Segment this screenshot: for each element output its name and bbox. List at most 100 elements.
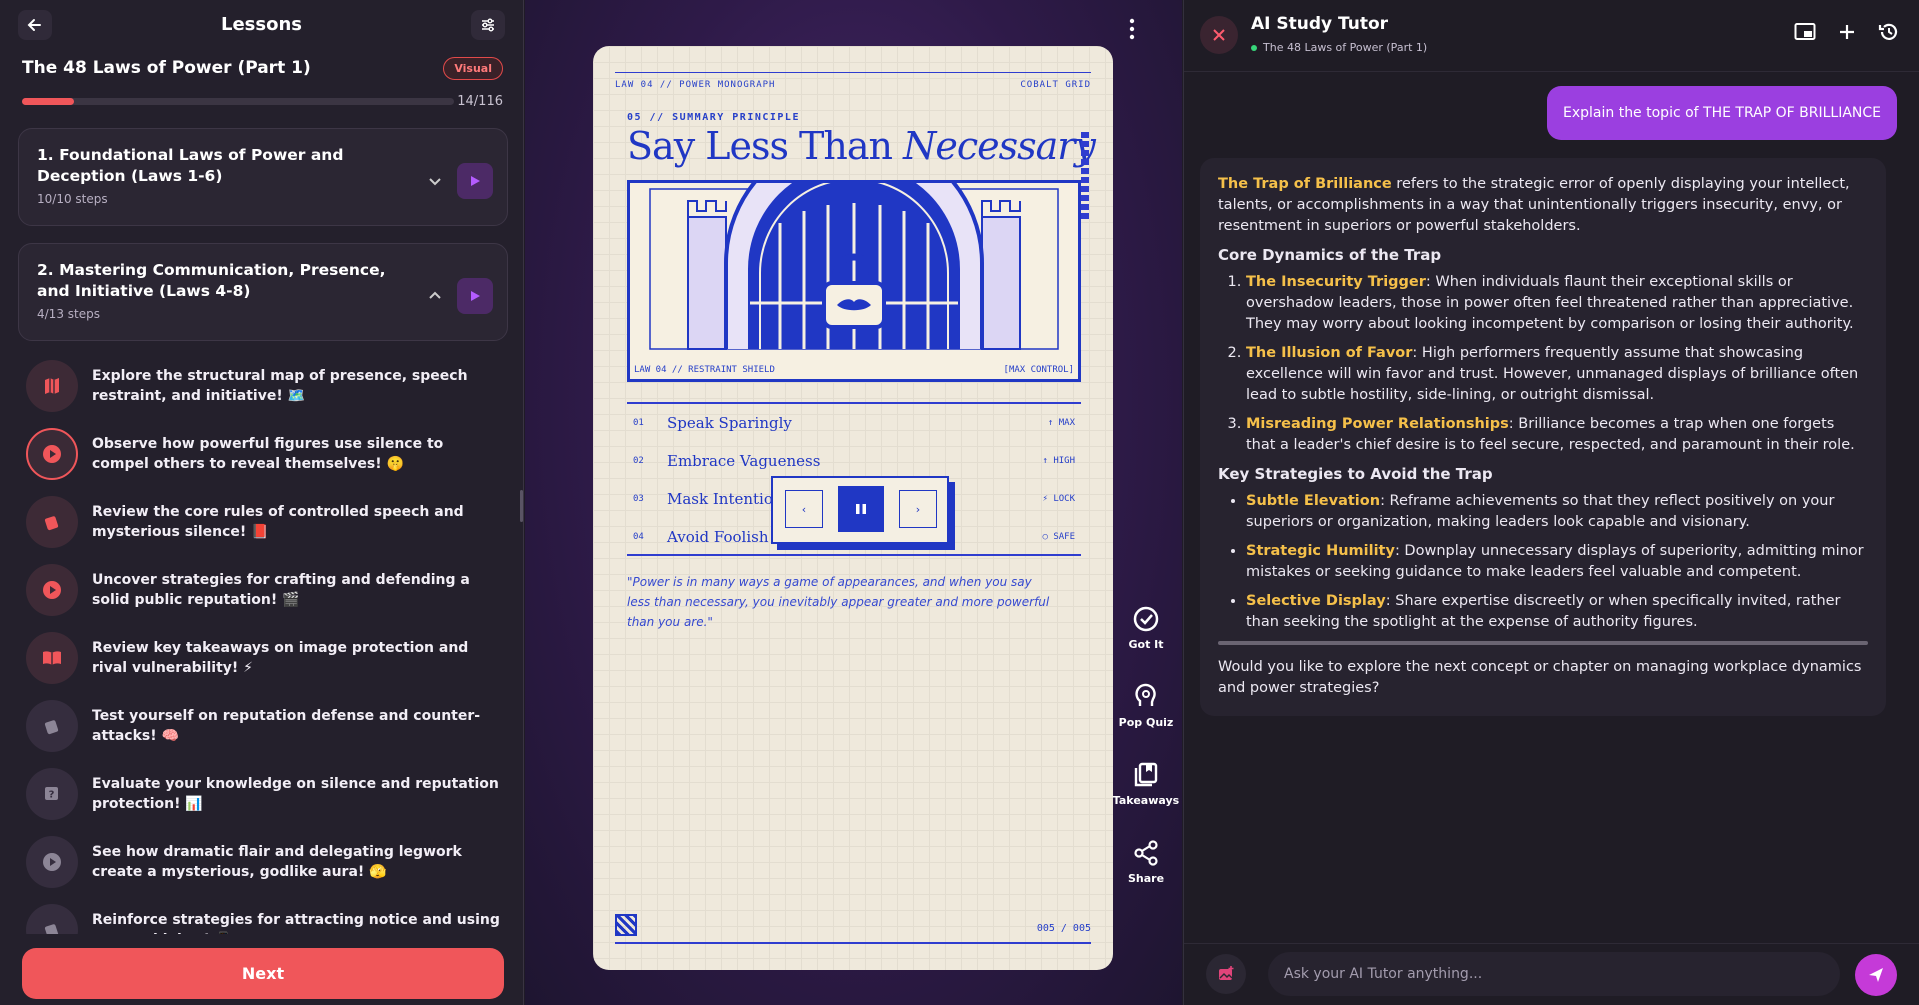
divider	[627, 554, 1081, 556]
divider	[615, 72, 1091, 73]
send-icon	[1869, 968, 1883, 982]
close-button[interactable]	[1200, 16, 1238, 54]
list-item: Selective Display: Share expertise discr…	[1246, 591, 1868, 633]
chapter-play-button[interactable]	[457, 163, 493, 199]
pause-button[interactable]	[838, 486, 884, 532]
strategies-list: Subtle Elevation: Reframe achievements s…	[1218, 491, 1868, 633]
step-item[interactable]: See how dramatic flair and delegating le…	[18, 828, 508, 896]
list-item: Misreading Power Relationships: Brillian…	[1246, 414, 1868, 456]
takeaways-icon	[1131, 760, 1161, 790]
next-button[interactable]: Next	[22, 948, 504, 999]
takeaways-button[interactable]: Takeaways	[1111, 760, 1181, 807]
step-text: Explore the structural map of presence, …	[92, 368, 468, 404]
step-item[interactable]: ? Evaluate your knowledge on silence and…	[18, 760, 508, 828]
quiz-icon: ?	[45, 787, 58, 801]
next-slide-button[interactable]: ›	[899, 490, 937, 528]
list-item: The Illusion of Favor: High performers f…	[1246, 343, 1868, 406]
online-status-dot	[1251, 45, 1257, 51]
step-text: Observe how powerful figures use silence…	[92, 436, 444, 472]
new-chat-icon[interactable]	[1835, 20, 1859, 44]
step-text: See how dramatic flair and delegating le…	[92, 844, 462, 880]
panel-resize-handle[interactable]	[520, 490, 523, 522]
more-vertical-icon[interactable]	[1128, 18, 1136, 40]
share-button[interactable]: Share	[1111, 838, 1181, 885]
divider	[615, 942, 1091, 944]
play-icon	[43, 581, 61, 599]
infographic-card: LAW 04 // POWER MONOGRAPH COBALT GRID 05…	[593, 46, 1113, 970]
close-icon	[1213, 29, 1225, 41]
image-add-icon	[1219, 966, 1234, 980]
map-icon	[45, 378, 59, 394]
filter-button[interactable]	[471, 10, 505, 40]
chevron-down-icon[interactable]	[427, 173, 443, 189]
ai-tutor-panel: AI Study Tutor The 48 Laws of Power (Par…	[1183, 0, 1919, 1005]
progress-count: 14/116	[457, 94, 503, 109]
previous-slide-button[interactable]: ‹	[785, 490, 823, 528]
flashcards-icon	[44, 720, 59, 735]
headline-italic: Necessary	[903, 124, 1096, 168]
step-item[interactable]: Review the core rules of controlled spee…	[18, 488, 508, 556]
highlight-term: The Insecurity Trigger	[1246, 274, 1426, 290]
picture-in-picture-icon[interactable]	[1793, 20, 1817, 44]
row-number: 02	[633, 456, 644, 466]
row-status: ○ SAFE	[1042, 532, 1075, 542]
visual-badge[interactable]: Visual	[443, 57, 503, 80]
pop-quiz-button[interactable]: Pop Quiz	[1111, 682, 1181, 729]
chapter-title: 2. Mastering Communication, Presence, an…	[37, 261, 386, 300]
section-heading: Core Dynamics of the Trap	[1218, 246, 1442, 264]
tutor-title: AI Study Tutor	[1251, 14, 1389, 34]
assistant-message: The Trap of Brilliance refers to the str…	[1200, 158, 1886, 716]
card-header-right: COBALT GRID	[1020, 80, 1091, 90]
content-viewer: LAW 04 // POWER MONOGRAPH COBALT GRID 05…	[525, 0, 1182, 1005]
chevron-up-icon[interactable]	[427, 288, 443, 304]
lessons-panel: Lessons The 48 Laws of Power (Part 1) Vi…	[0, 0, 524, 1005]
dynamics-list: The Insecurity Trigger: When individuals…	[1218, 272, 1868, 456]
step-text: Review key takeaways on image protection…	[92, 640, 469, 676]
chapter-2[interactable]: 2. Mastering Communication, Presence, an…	[18, 243, 508, 341]
principle-row: 01 Speak Sparingly ↑ MAX	[627, 406, 1081, 444]
attach-image-button[interactable]	[1206, 954, 1246, 994]
step-item[interactable]: Reinforce strategies for attracting noti…	[18, 896, 508, 934]
answer-intro: The Trap of Brilliance refers to the str…	[1218, 174, 1868, 237]
row-number: 04	[633, 532, 644, 542]
sliders-icon	[482, 18, 494, 32]
svg-text:?: ?	[49, 790, 55, 801]
chapter-play-button[interactable]	[457, 278, 493, 314]
row-number: 03	[633, 494, 644, 504]
step-item[interactable]: Review key takeaways on image protection…	[18, 624, 508, 692]
chat-input-bar	[1184, 943, 1919, 1005]
step-item[interactable]: Uncover strategies for crafting and defe…	[18, 556, 508, 624]
highlight-term: Misreading Power Relationships	[1246, 416, 1509, 432]
tutor-header-actions	[1793, 20, 1901, 44]
step-icon-badge	[26, 564, 78, 616]
slide-controls: ‹ ›	[771, 476, 949, 544]
play-icon	[43, 853, 61, 871]
step-item[interactable]: Test yourself on reputation defense and …	[18, 692, 508, 760]
history-icon[interactable]	[1877, 20, 1901, 44]
step-item-active[interactable]: Observe how powerful figures use silence…	[18, 420, 508, 488]
rail-label: Takeaways	[1112, 794, 1180, 807]
row-status: ⚡ LOCK	[1042, 494, 1075, 504]
list-item: The Insecurity Trigger: When individuals…	[1246, 272, 1868, 335]
share-icon	[1131, 838, 1161, 868]
decorative-bar	[1081, 132, 1089, 220]
step-list: Explore the structural map of presence, …	[18, 352, 508, 934]
illustration-caption-left: LAW 04 // RESTRAINT SHIELD	[634, 365, 775, 375]
step-text: Review the core rules of controlled spee…	[92, 504, 464, 540]
step-icon-badge	[26, 496, 78, 548]
chapter-1[interactable]: 1. Foundational Laws of Power and Decept…	[18, 128, 508, 226]
section-heading: Key Strategies to Avoid the Trap	[1218, 465, 1493, 483]
pause-icon	[856, 504, 866, 514]
ask-tutor-input[interactable]	[1268, 952, 1840, 996]
got-it-button[interactable]: Got It	[1111, 604, 1181, 651]
highlight-term: The Illusion of Favor	[1246, 345, 1413, 361]
step-item[interactable]: Explore the structural map of presence, …	[18, 352, 508, 420]
step-icon-badge	[26, 632, 78, 684]
play-icon	[43, 445, 61, 463]
play-icon	[471, 176, 480, 186]
send-button[interactable]	[1855, 954, 1897, 996]
brain-icon	[1131, 682, 1161, 712]
locked-gate-icon	[649, 183, 1059, 350]
tutor-header: AI Study Tutor The 48 Laws of Power (Par…	[1184, 0, 1919, 72]
step-icon-badge	[26, 360, 78, 412]
